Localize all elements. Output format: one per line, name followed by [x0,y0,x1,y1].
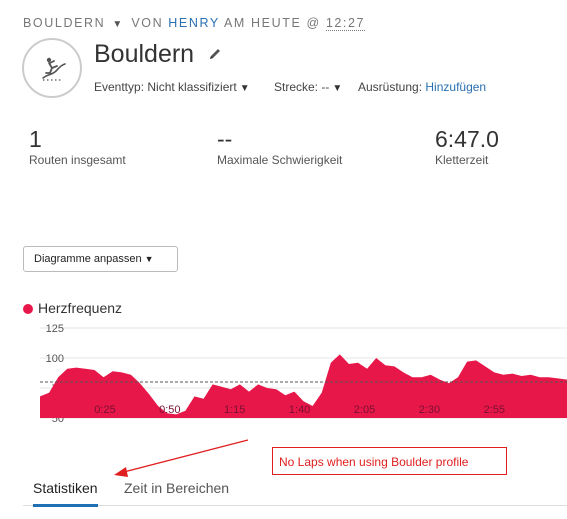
add-equipment-link[interactable]: Hinzufügen [425,80,486,94]
chart-legend: Herzfrequenz [23,300,122,316]
stat-label: Maximale Schwierigkeit [217,153,343,167]
event-type-label: Eventtyp: Nicht klassifiziert [94,80,237,94]
customize-charts-label: Diagramme anpassen [34,253,142,265]
stat-label: Routen insgesamt [29,153,126,167]
stat-total-routes: 1 Routen insgesamt [29,126,126,167]
x-tick-label: 0:50 [159,404,180,416]
x-tick-label: 0:25 [94,404,115,416]
stat-value: 1 [29,126,42,152]
event-type-selector[interactable]: Eventtyp: Nicht klassifiziert ▼ [94,80,250,94]
legend-dot [23,304,33,314]
chevron-down-icon: ▼ [239,83,250,94]
legend-label: Herzfrequenz [38,300,123,316]
chevron-down-icon: ▼ [332,83,343,94]
x-tick-label: 1:15 [224,404,245,416]
breadcrumb: BOULDERN ▼ VON HENRY AM HEUTE @ 12:27 [23,16,366,31]
equipment-label: Ausrüstung: [358,80,423,94]
stat-value: 6:47.0 [435,126,499,152]
breadcrumb-activity[interactable]: BOULDERN [23,16,105,30]
tab-statistics[interactable]: Statistiken [33,480,98,507]
breadcrumb-user-link[interactable]: HENRY [168,16,219,30]
route-selector[interactable]: Strecke: -- ▼ [274,80,342,94]
stat-climbing-time: 6:47.0 Kletterzeit [435,126,499,167]
x-tick-label: 2:05 [354,404,375,416]
annotation-note: No Laps when using Boulder profile [272,447,507,475]
stat-max-difficulty: -- Maximale Schwierigkeit [217,126,342,167]
heart-rate-chart[interactable]: 12510075500:250:501:151:402:052:302:55 [0,322,567,422]
breadcrumb-time: 12:27 [325,16,366,31]
y-tick-label: 100 [46,353,64,365]
breadcrumb-prefix: VON [131,16,164,30]
route-label: Strecke: -- [274,80,330,94]
stat-value: -- [217,126,233,152]
chevron-down-icon[interactable]: ▼ [112,19,122,30]
equipment-field: Ausrüstung: Hinzufügen [358,80,486,94]
page-title: Bouldern [94,40,195,68]
breadcrumb-middle: AM HEUTE @ [224,16,321,30]
pencil-icon[interactable] [208,47,222,66]
tab-time-in-zones[interactable]: Zeit in Bereichen [124,480,229,504]
y-tick-label: 125 [46,323,64,335]
stat-label: Kletterzeit [435,153,489,167]
x-tick-label: 1:40 [289,404,310,416]
x-tick-label: 2:30 [419,404,440,416]
climber-icon [42,57,66,81]
tab-bar: Statistiken Zeit in Bereichen [23,476,567,507]
bouldering-activity-icon [22,38,82,98]
chevron-down-icon: ▼ [144,254,154,264]
x-tick-label: 2:55 [484,404,505,416]
customize-charts-button[interactable]: Diagramme anpassen ▼ [23,246,178,272]
